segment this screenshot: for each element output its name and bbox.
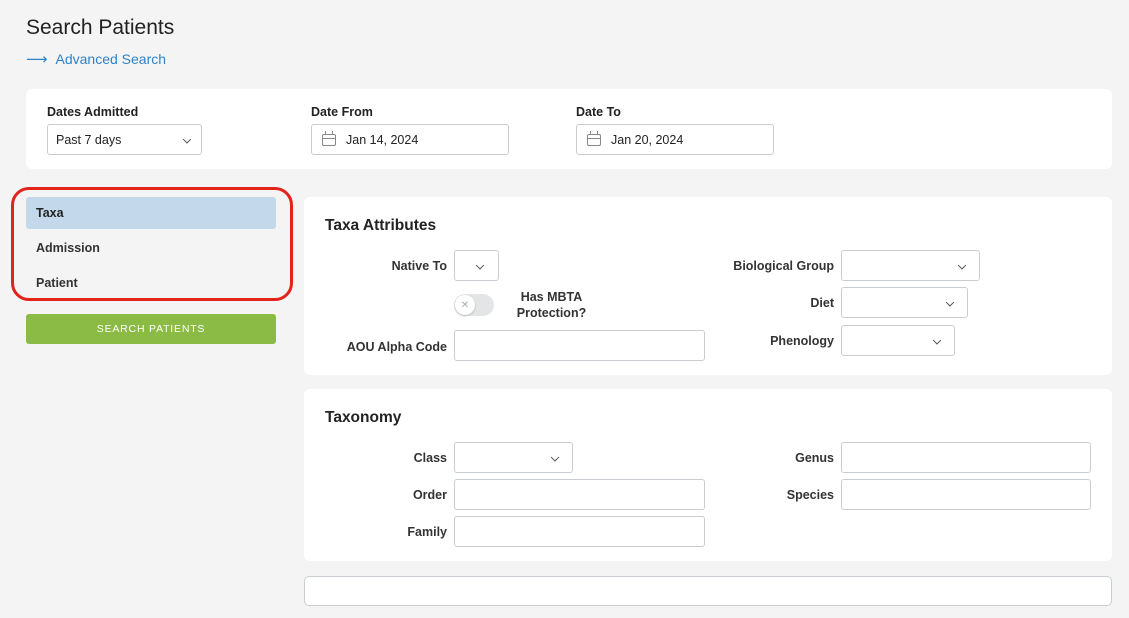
- advanced-search-label: Advanced Search: [55, 51, 167, 67]
- class-label: Class: [413, 451, 447, 465]
- dates-filter-card: Dates Admitted Past 7 days Date From Jan…: [26, 89, 1112, 169]
- dates-admitted-select[interactable]: Past 7 days: [47, 124, 202, 155]
- aou-alpha-code-input[interactable]: [454, 330, 705, 361]
- taxonomy-card: Taxonomy Class Order Family Genus Specie…: [304, 389, 1112, 561]
- species-input[interactable]: [841, 479, 1091, 510]
- date-to-value: Jan 20, 2024: [611, 132, 684, 147]
- family-label: Family: [407, 525, 447, 539]
- search-patients-button[interactable]: SEARCH PATIENTS: [26, 314, 276, 344]
- nav-item-taxa[interactable]: Taxa: [26, 197, 276, 229]
- class-select[interactable]: [454, 442, 573, 473]
- native-to-select[interactable]: [454, 250, 499, 281]
- order-input[interactable]: [454, 479, 705, 510]
- arrow-right-icon: ⟶: [26, 50, 48, 68]
- genus-label: Genus: [795, 451, 834, 465]
- page-title: Search Patients: [26, 16, 175, 39]
- taxa-attributes-title: Taxa Attributes: [325, 217, 437, 234]
- calendar-icon: [587, 130, 601, 146]
- native-to-label: Native To: [391, 259, 447, 273]
- biological-group-select[interactable]: [841, 250, 980, 281]
- mbta-protection-toggle[interactable]: ✕: [454, 294, 494, 316]
- date-to-input[interactable]: Jan 20, 2024: [576, 124, 774, 155]
- additional-filter-card: [304, 576, 1112, 606]
- phenology-label: Phenology: [770, 334, 834, 348]
- diet-label: Diet: [810, 296, 834, 310]
- dates-admitted-label: Dates Admitted: [47, 105, 139, 119]
- diet-select[interactable]: [841, 287, 968, 318]
- calendar-icon: [322, 130, 336, 146]
- species-label: Species: [786, 488, 834, 502]
- mbta-protection-label: Has MBTA Protection?: [504, 289, 599, 321]
- biological-group-label: Biological Group: [733, 259, 834, 273]
- family-input[interactable]: [454, 516, 705, 547]
- nav-item-patient[interactable]: Patient: [26, 267, 276, 299]
- chevron-down-icon: [957, 260, 967, 270]
- chevron-down-icon: [945, 297, 955, 307]
- date-from-input[interactable]: Jan 14, 2024: [311, 124, 509, 155]
- advanced-search-link[interactable]: ⟶ Advanced Search: [26, 51, 166, 67]
- filter-category-nav: Taxa Admission Patient: [26, 197, 276, 302]
- nav-item-admission[interactable]: Admission: [26, 232, 276, 264]
- date-from-value: Jan 14, 2024: [346, 132, 419, 147]
- chevron-down-icon: [182, 134, 192, 144]
- chevron-down-icon: [475, 260, 485, 270]
- aou-alpha-code-label: AOU Alpha Code: [346, 340, 447, 354]
- date-from-label: Date From: [311, 105, 373, 119]
- taxonomy-title: Taxonomy: [325, 409, 402, 426]
- taxa-attributes-card: Taxa Attributes Native To ✕ Has MBTA Pro…: [304, 197, 1112, 375]
- dates-admitted-value: Past 7 days: [56, 132, 122, 147]
- date-to-label: Date To: [576, 105, 621, 119]
- mbta-label-line1: Has MBTA: [520, 290, 583, 304]
- x-icon: ✕: [455, 295, 475, 315]
- mbta-label-line2: Protection?: [516, 306, 587, 320]
- chevron-down-icon: [932, 335, 942, 345]
- phenology-select[interactable]: [841, 325, 955, 356]
- genus-input[interactable]: [841, 442, 1091, 473]
- order-label: Order: [412, 488, 447, 502]
- chevron-down-icon: [550, 452, 560, 462]
